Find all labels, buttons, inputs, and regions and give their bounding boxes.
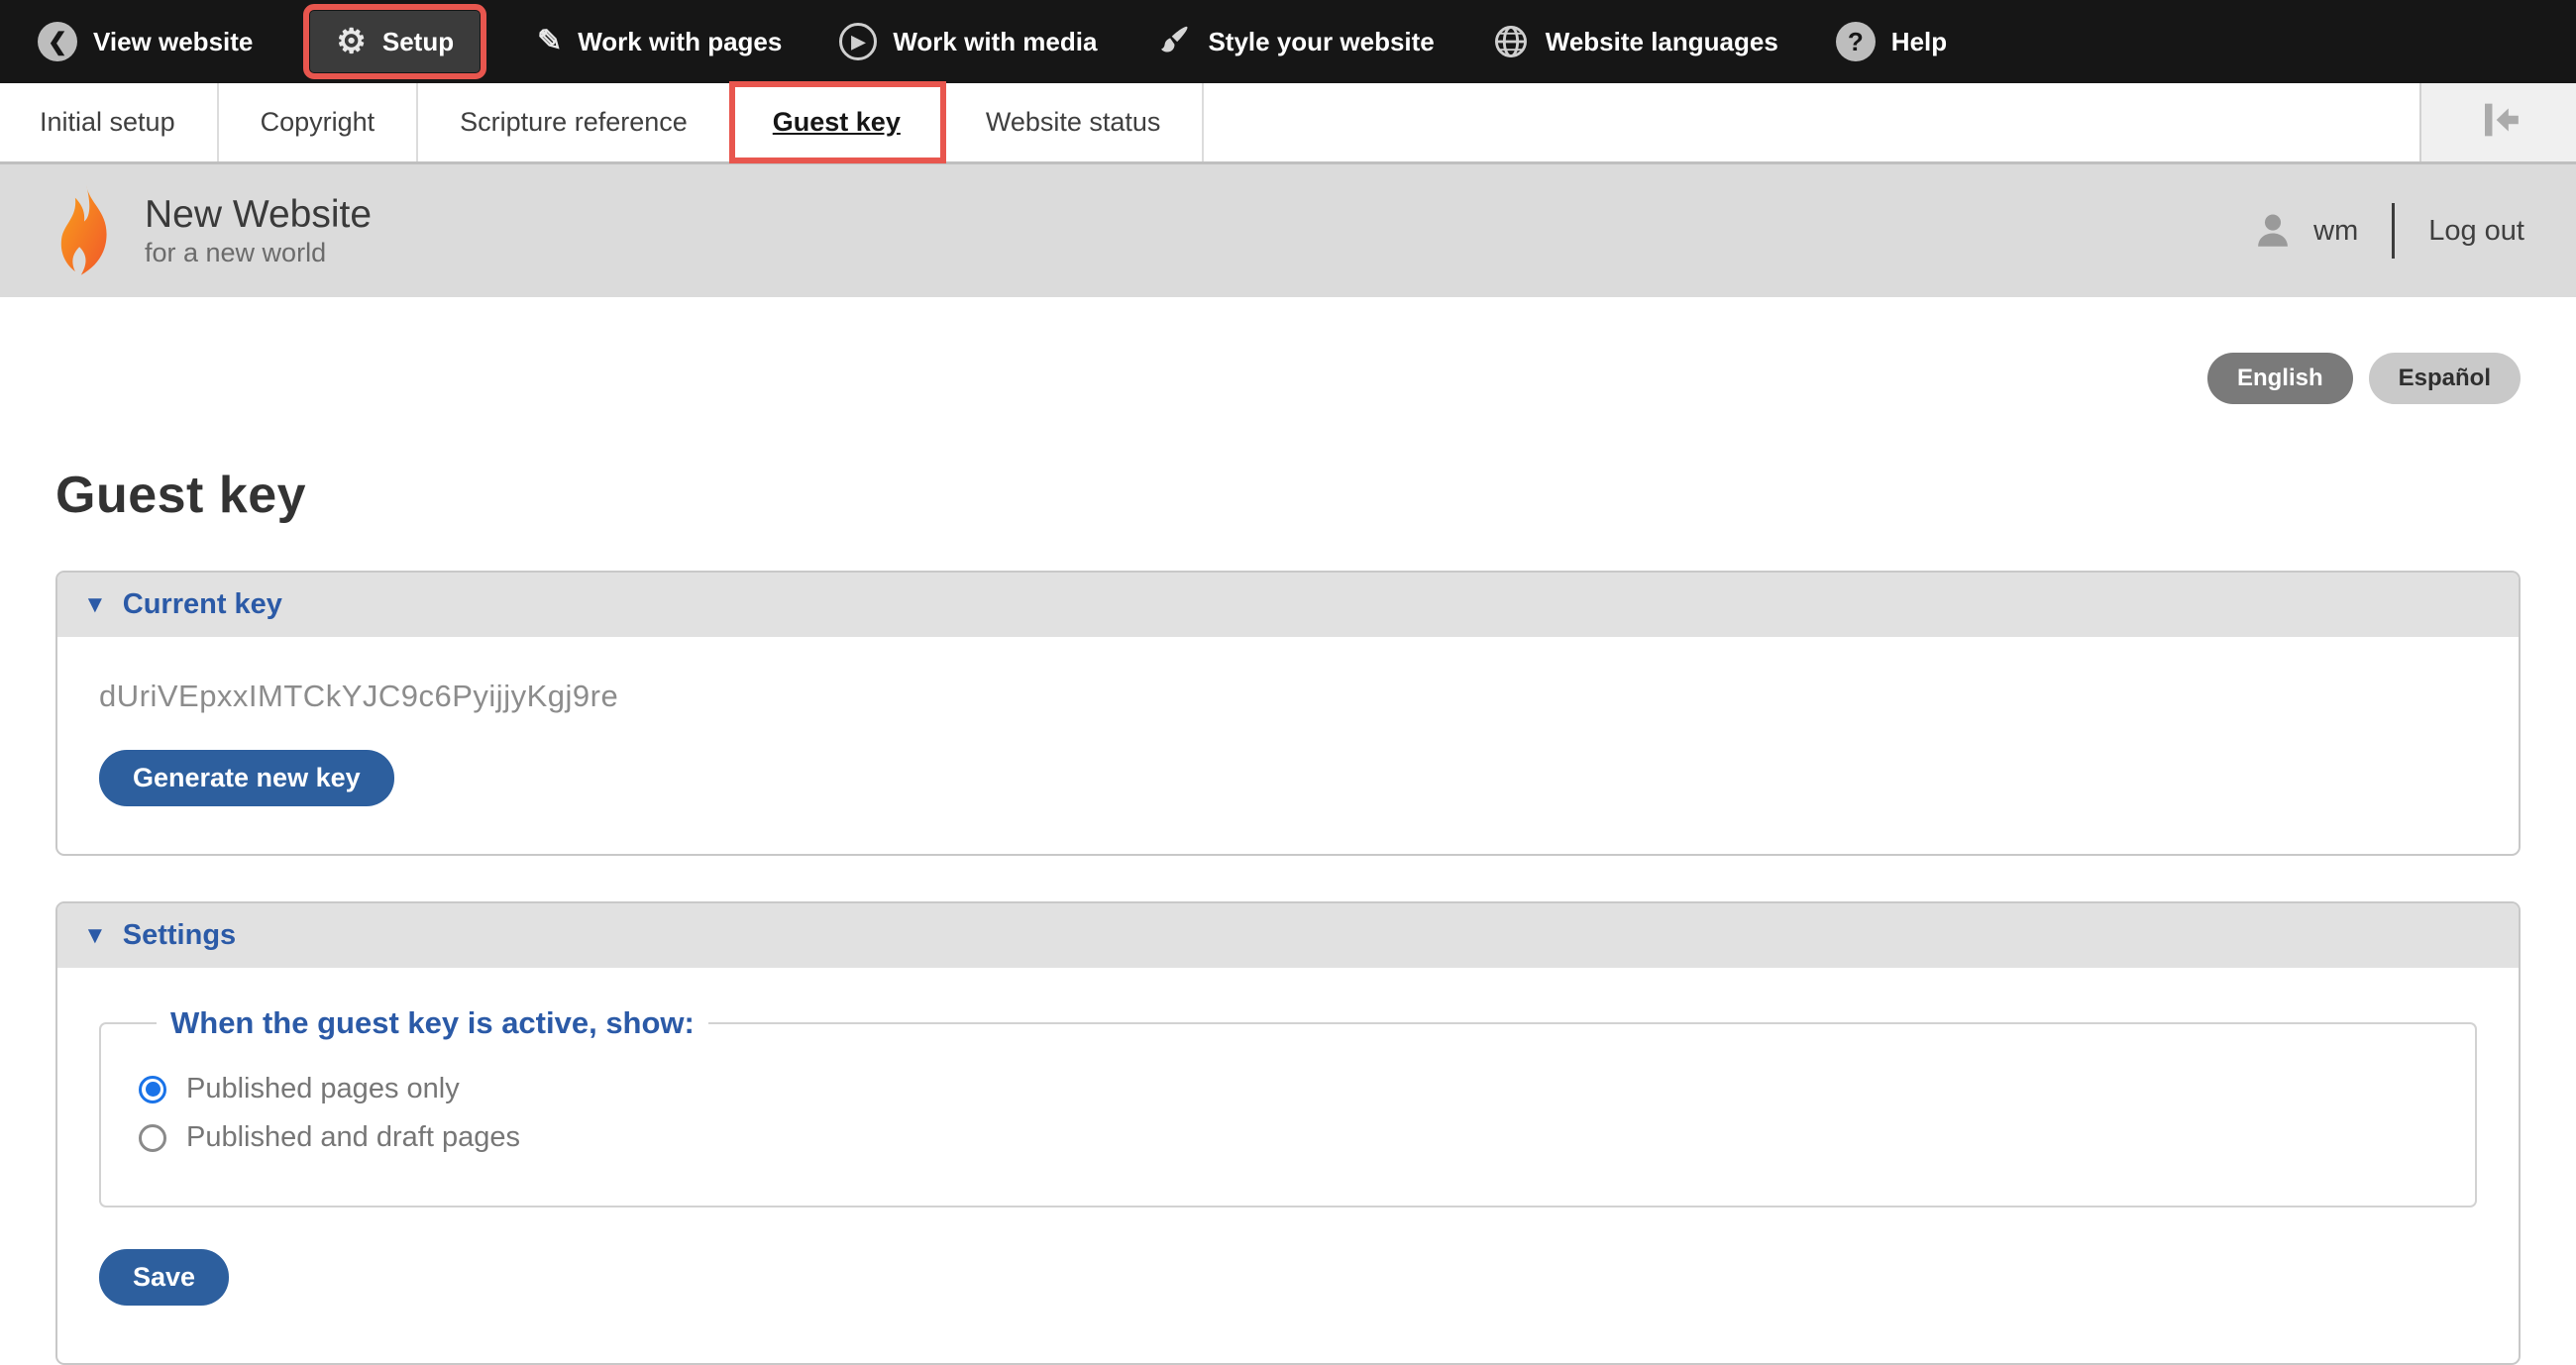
- triangle-down-icon: ▼: [83, 922, 107, 950]
- site-subtitle: for a new world: [145, 238, 372, 268]
- radio-option-published-and-draft-pages[interactable]: Published and draft pages: [139, 1121, 2445, 1154]
- nav-item-work-with-pages[interactable]: ✎ Work with pages: [537, 27, 782, 57]
- app-root: ❮ View website ⚙ Setup ✎ Work with pages ▶ Work…: [0, 0, 2576, 1365]
- header-user-area: wm Log out: [2252, 203, 2524, 259]
- language-pill-english[interactable]: English: [2207, 353, 2353, 404]
- main-content: English Español Guest key ▼ Current key d…: [0, 353, 2576, 1365]
- tab-label: Copyright: [261, 107, 376, 138]
- tab-website-status[interactable]: Website status: [944, 83, 1205, 161]
- site-brand: New Website for a new world: [55, 183, 372, 278]
- settings-panel-header[interactable]: ▼ Settings: [57, 903, 2519, 968]
- tab-label: Guest key: [773, 107, 901, 138]
- site-header: New Website for a new world wm Log out: [0, 164, 2576, 297]
- logout-link[interactable]: Log out: [2428, 215, 2524, 248]
- nav-item-setup[interactable]: ⚙ Setup: [310, 11, 480, 72]
- fieldset-legend: When the guest key is active, show:: [157, 1005, 708, 1041]
- user-name: wm: [2313, 215, 2358, 248]
- collapse-panel-button[interactable]: [2419, 83, 2576, 161]
- tab-label: Scripture reference: [460, 107, 688, 138]
- gear-icon: ⚙: [336, 25, 366, 58]
- tab-copyright[interactable]: Copyright: [219, 83, 419, 161]
- guest-key-active-fieldset: When the guest key is active, show: Publ…: [99, 1005, 2477, 1208]
- flame-logo: [55, 183, 117, 278]
- nav-item-label: Work with media: [893, 27, 1097, 57]
- top-nav: ❮ View website ⚙ Setup ✎ Work with pages ▶ Work…: [0, 0, 2576, 83]
- tab-label: Website status: [986, 107, 1161, 138]
- radio-unselected-icon[interactable]: [139, 1124, 166, 1152]
- current-key-panel-body: dUriVEpxxIMTCkYJC9c6PyijjyKgj9re Generat…: [57, 637, 2519, 854]
- header-divider: [2392, 203, 2395, 259]
- collapse-left-icon: [2471, 92, 2526, 153]
- nav-item-label: Style your website: [1208, 27, 1434, 57]
- radio-group: Published pages only Published and draft …: [139, 1073, 2445, 1154]
- generate-new-key-button[interactable]: Generate new key: [99, 750, 394, 806]
- globe-icon: [1492, 23, 1530, 60]
- question-circle-icon: ?: [1836, 22, 1876, 61]
- top-nav-items: ❮ View website ⚙ Setup ✎ Work with pages ▶ Work…: [38, 11, 1947, 72]
- tab-initial-setup[interactable]: Initial setup: [0, 83, 219, 161]
- nav-item-label: Help: [1891, 27, 1947, 57]
- tab-scripture-reference[interactable]: Scripture reference: [418, 83, 731, 161]
- nav-item-label: Setup: [382, 27, 454, 57]
- nav-item-view-website[interactable]: ❮ View website: [38, 22, 253, 61]
- triangle-down-icon: ▼: [83, 591, 107, 619]
- current-key-panel-title: Current key: [123, 588, 282, 621]
- pencil-icon: ✎: [537, 27, 562, 56]
- language-switcher: English Español: [55, 353, 2521, 404]
- save-button[interactable]: Save: [99, 1249, 229, 1306]
- play-circle-icon: ▶: [839, 23, 877, 60]
- page-title: Guest key: [55, 466, 2521, 525]
- radio-selected-icon[interactable]: [139, 1076, 166, 1103]
- nav-item-label: Website languages: [1546, 27, 1778, 57]
- current-key-panel: ▼ Current key dUriVEpxxIMTCkYJC9c6Pyijjy…: [55, 571, 2521, 856]
- nav-item-label: View website: [93, 27, 253, 57]
- tab-guest-key[interactable]: Guest key: [731, 83, 944, 161]
- tab-list: Initial setup Copyright Scripture referenc…: [0, 83, 2419, 161]
- nav-item-style-your-website[interactable]: Style your website: [1154, 23, 1434, 60]
- site-title: New Website: [145, 193, 372, 238]
- settings-panel-body: When the guest key is active, show: Publ…: [57, 968, 2519, 1363]
- settings-panel-title: Settings: [123, 919, 236, 952]
- nav-item-help[interactable]: ? Help: [1836, 22, 1947, 61]
- radio-option-published-pages-only[interactable]: Published pages only: [139, 1073, 2445, 1105]
- guest-key-value: dUriVEpxxIMTCkYJC9c6PyijjyKgj9re: [99, 679, 2477, 714]
- language-pill-español[interactable]: Español: [2369, 353, 2521, 404]
- nav-item-label: Work with pages: [578, 27, 782, 57]
- chevron-left-circle-icon: ❮: [38, 22, 77, 61]
- tab-label: Initial setup: [40, 107, 175, 138]
- nav-item-website-languages[interactable]: Website languages: [1492, 23, 1778, 60]
- tab-bar: Initial setup Copyright Scripture referenc…: [0, 83, 2576, 164]
- site-title-block: New Website for a new world: [145, 193, 372, 268]
- radio-option-label[interactable]: Published pages only: [186, 1073, 460, 1105]
- person-icon: [2252, 210, 2294, 252]
- settings-panel: ▼ Settings When the guest key is active,…: [55, 901, 2521, 1365]
- radio-option-label[interactable]: Published and draft pages: [186, 1121, 520, 1154]
- nav-item-work-with-media[interactable]: ▶ Work with media: [839, 23, 1097, 60]
- paintbrush-icon: [1154, 23, 1192, 60]
- current-key-panel-header[interactable]: ▼ Current key: [57, 573, 2519, 637]
